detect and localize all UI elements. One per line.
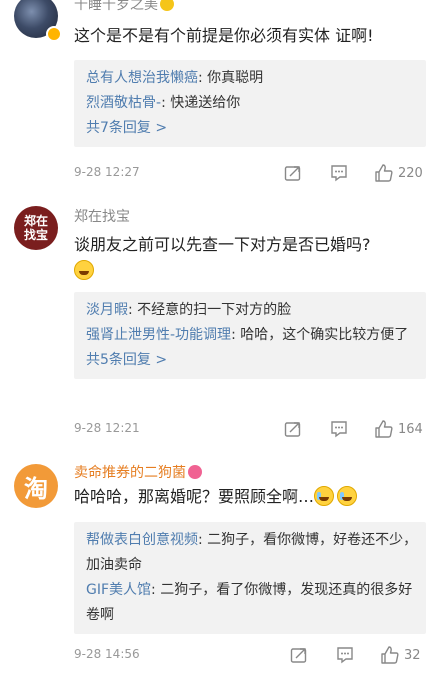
reply-button[interactable] <box>330 418 348 440</box>
like-button[interactable]: 32 <box>380 644 421 666</box>
comment-text: 谈朋友之前可以先查一下对方是否已婚吗? <box>74 232 419 284</box>
like-count: 32 <box>404 647 421 663</box>
comment-meta: 9-28 12:21 164 <box>74 418 426 442</box>
cry-laugh-emoji-icon <box>314 486 335 506</box>
comment-date: 9-28 12:27 <box>74 165 140 179</box>
like-count: 220 <box>398 165 423 181</box>
like-count: 164 <box>398 421 423 437</box>
emoji-icon <box>188 465 202 479</box>
share-icon <box>284 422 301 437</box>
reply-box[interactable]: 总有人想治我懒癌: 你真聪明 烈酒敬枯骨-: 快递送给你 共7条回复 > <box>74 60 426 147</box>
reply-box[interactable]: 帮做表白创意视频: 二狗子，看你微博，好卷还不少，加油卖命 GIF美人馆: 二狗… <box>74 522 426 634</box>
reply-user[interactable]: 烈酒敬枯骨- <box>86 95 161 111</box>
share-button[interactable] <box>284 162 302 184</box>
verified-badge-icon <box>46 26 62 42</box>
more-replies-link[interactable]: 共7条回复 > <box>86 116 426 141</box>
avatar[interactable]: 郑在 找宝 <box>14 206 58 250</box>
like-button[interactable]: 164 <box>374 418 423 440</box>
reply-line: 强肾止泄男性-功能调理: 哈哈，这个确实比较方便了 <box>86 327 409 343</box>
reply-line: 帮做表白创意视频: 二狗子，看你微博，好卷还不少，加油卖命 <box>86 532 418 573</box>
reply-line: 淡月暇: 不经意的扫一下对方的脸 <box>86 302 292 318</box>
reply-box[interactable]: 淡月暇: 不经意的扫一下对方的脸 强肾止泄男性-功能调理: 哈哈，这个确实比较方… <box>74 292 426 379</box>
share-icon <box>284 166 301 181</box>
like-icon <box>381 646 399 664</box>
reply-user[interactable]: 淡月暇 <box>86 302 128 318</box>
avatar[interactable]: 淘 <box>14 464 58 508</box>
grin-emoji-icon <box>74 260 94 280</box>
comment-icon <box>331 421 347 438</box>
username[interactable]: 千睡千岁之美 <box>74 0 174 14</box>
more-replies-link[interactable]: 共5条回复 > <box>86 348 426 373</box>
emoji-icon <box>160 0 174 11</box>
comment-date: 9-28 14:56 <box>74 647 140 661</box>
comment-icon <box>337 647 353 664</box>
share-button[interactable] <box>290 644 308 666</box>
reply-button[interactable] <box>336 644 354 666</box>
comment-icon <box>331 165 347 182</box>
cry-laugh-emoji-icon <box>337 486 358 506</box>
reply-line: 总有人想治我懒癌: 你真聪明 <box>86 70 264 86</box>
reply-line: 烈酒敬枯骨-: 快递送给你 <box>86 95 241 111</box>
reply-user[interactable]: GIF美人馆 <box>86 582 151 598</box>
comment-meta: 9-28 12:27 220 <box>74 162 426 186</box>
like-icon <box>375 164 393 182</box>
comment-text: 这个是不是有个前提是你必须有实体 证啊! <box>74 26 374 45</box>
reply-line: GIF美人馆: 二狗子，看了你微博，发现还真的很多好卷啊 <box>86 582 413 623</box>
share-button[interactable] <box>284 418 302 440</box>
username[interactable]: 卖命推券的二狗菌 <box>74 462 202 482</box>
like-icon <box>375 420 393 438</box>
reply-user[interactable]: 强肾止泄男性-功能调理 <box>86 327 231 343</box>
share-icon <box>290 648 307 663</box>
reply-user[interactable]: 帮做表白创意视频 <box>86 532 198 548</box>
comment-text: 哈哈哈，那离婚呢？要照顾全啊… <box>74 484 419 510</box>
comment-meta: 9-28 14:56 32 <box>74 644 426 668</box>
reply-user[interactable]: 总有人想治我懒癌 <box>86 70 198 86</box>
comment-date: 9-28 12:21 <box>74 421 140 435</box>
reply-button[interactable] <box>330 162 348 184</box>
username[interactable]: 郑在找宝 <box>74 206 130 226</box>
like-button[interactable]: 220 <box>374 162 423 184</box>
